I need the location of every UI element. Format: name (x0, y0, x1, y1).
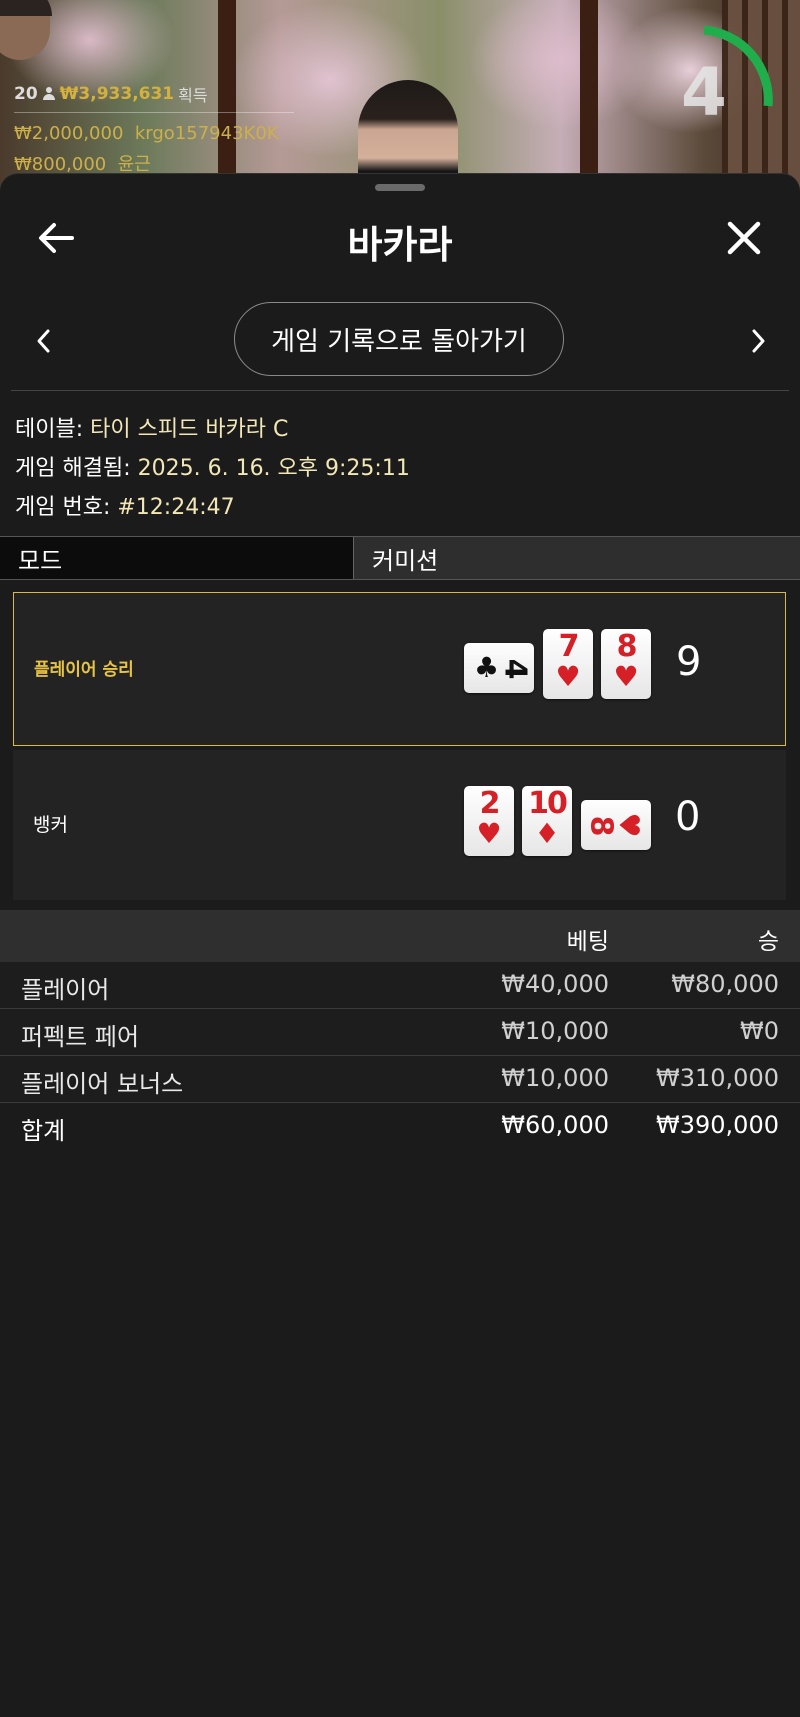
card-suit: ♣ (474, 651, 500, 684)
table-value: 타이 스피드 바카라 C (90, 417, 289, 442)
overlay-bet-user: krgo157943K0K (134, 123, 279, 144)
player-hand-label: 플레이어 승리 (34, 660, 134, 680)
table-label: 테이블: (15, 417, 84, 442)
card-rank: 7 (558, 629, 580, 664)
tab-mode[interactable]: 모드 (0, 537, 354, 579)
timer-count: 4 (681, 54, 727, 131)
player-score: 9 (676, 639, 702, 685)
card-suit: ♥ (612, 812, 646, 838)
previous-game-button[interactable] (30, 324, 58, 358)
bet-amount: ₩10,000 (501, 1017, 609, 1045)
overlay-bet-amount: ₩2,000,000 (14, 123, 124, 144)
card-rank: 10 (528, 786, 568, 821)
video-pillar (580, 0, 598, 200)
total-won-suffix: 획득 (178, 86, 208, 105)
player-hand: 플레이어 승리 ♣ 4 7 ♥ 8 ♥ 9 (13, 592, 786, 746)
next-game-button[interactable] (744, 324, 772, 358)
bet-type: 플레이어 보너스 (21, 1070, 184, 1098)
total-won-amount: ₩3,933,631 (59, 84, 175, 104)
overlay-bet-user: 윤근 (117, 154, 151, 175)
chevron-left-icon (37, 329, 50, 353)
page-title: 바카라 (347, 223, 453, 267)
bet-amount: ₩10,000 (501, 1064, 609, 1092)
round-timer: 4 (660, 22, 790, 152)
return-to-history-button[interactable]: 게임 기록으로 돌아가기 (234, 302, 564, 376)
results-table: 베팅 승 플레이어 ₩40,000 ₩80,000 퍼펙트 페어 ₩10,000… (0, 910, 800, 1149)
playing-card: 8 ♥ (601, 629, 651, 699)
bet-type: 플레이어 (21, 976, 110, 1004)
playing-card: 7 ♥ (543, 629, 593, 699)
banker-hand-label: 뱅커 (33, 814, 68, 836)
game-number-label: 게임 번호: (15, 495, 111, 520)
resolved-value: 2025. 6. 16. 오후 9:25:11 (137, 456, 410, 481)
overlay-bet-row: ₩2,000,000 krgo157943K0K (14, 123, 294, 144)
table-row: 플레이어 ₩40,000 ₩80,000 (0, 962, 800, 1009)
column-header-bet: 베팅 (566, 929, 609, 955)
playing-card: 10 ♦ (522, 786, 572, 856)
total-bet: ₩60,000 (501, 1111, 609, 1139)
resolved-info: 게임 해결됨: 2025. 6. 16. 오후 9:25:11 (15, 450, 410, 482)
playing-card: 2 ♥ (464, 786, 514, 856)
chevron-right-icon (752, 329, 765, 353)
card-suit: ♥ (613, 660, 639, 693)
table-info: 테이블: 타이 스피드 바카라 C (15, 411, 288, 443)
table-row: 퍼펙트 페어 ₩10,000 ₩0 (0, 1009, 800, 1056)
win-amount: ₩80,000 (671, 970, 779, 998)
close-icon (727, 221, 761, 255)
banker-hand: 뱅커 2 ♥ 10 ♦ 8 ♥ 0 (13, 750, 786, 900)
bet-amount: ₩40,000 (501, 970, 609, 998)
playing-card: 8 ♥ (581, 800, 651, 850)
total-label: 합계 (21, 1117, 66, 1145)
video-person-hair (0, 0, 52, 16)
results-table-header: 베팅 승 (0, 910, 800, 962)
player-count: 20 (14, 84, 38, 104)
overlay-divider (14, 112, 294, 113)
win-amount: ₩310,000 (656, 1064, 779, 1092)
playing-card: ♣ 4 (464, 643, 534, 693)
card-suit: ♥ (476, 817, 502, 850)
user-icon (42, 87, 56, 101)
card-suit: ♥ (555, 660, 581, 693)
tab-commission[interactable]: 커미션 (354, 537, 800, 579)
overlay-bet-amount: ₩800,000 (14, 154, 107, 175)
bets-overlay: 20 ₩3,933,631 획득 ₩2,000,000 krgo157943K0… (14, 82, 294, 176)
card-rank: 8 (616, 629, 638, 664)
table-row: 플레이어 보너스 ₩10,000 ₩310,000 (0, 1056, 800, 1103)
column-header-win: 승 (757, 929, 779, 955)
bet-type: 퍼펙트 페어 (21, 1023, 140, 1051)
close-button[interactable] (722, 216, 766, 260)
game-number-info: 게임 번호: #12:24:47 (15, 489, 235, 521)
sheet-drag-handle[interactable] (375, 184, 425, 191)
banker-score: 0 (675, 794, 701, 840)
card-rank: 2 (479, 786, 501, 821)
total-win: ₩390,000 (656, 1111, 779, 1139)
resolved-label: 게임 해결됨: (15, 456, 131, 481)
divider (11, 390, 789, 391)
total-row: 합계 ₩60,000 ₩390,000 (0, 1103, 800, 1149)
game-number-value: #12:24:47 (117, 495, 235, 520)
history-sheet: 바카라 게임 기록으로 돌아가기 테이블: 타이 스피드 바카라 C 게임 해결… (0, 173, 800, 1717)
live-video-feed: 20 ₩3,933,631 획득 ₩2,000,000 krgo157943K0… (0, 0, 800, 200)
mode-tabs: 모드 커미션 (0, 536, 800, 580)
card-rank: 4 (497, 658, 533, 678)
win-amount: ₩0 (740, 1017, 779, 1045)
card-suit: ♦ (534, 817, 560, 850)
